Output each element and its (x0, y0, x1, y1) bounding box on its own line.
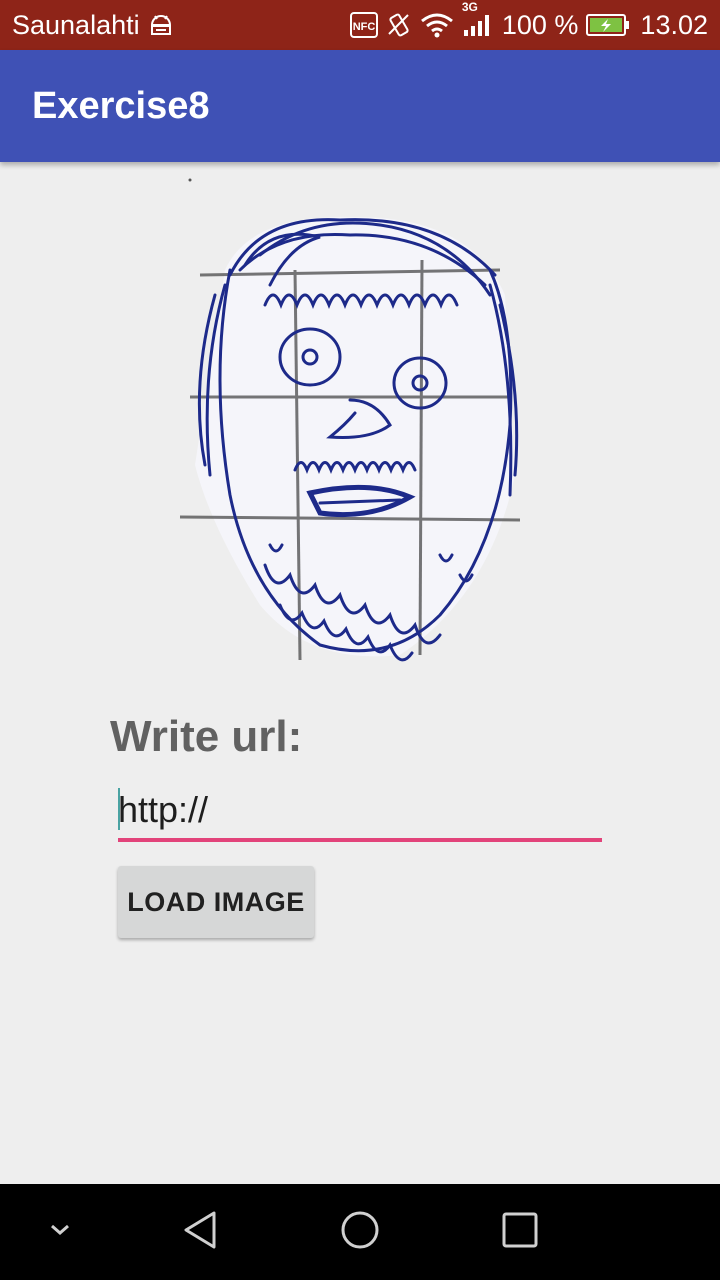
face-drawing-image (170, 175, 550, 680)
back-button[interactable] (160, 1184, 240, 1280)
load-image-button[interactable]: LOAD IMAGE (118, 866, 314, 938)
recents-button[interactable] (480, 1184, 560, 1280)
wifi-icon (420, 12, 454, 38)
hide-nav-button[interactable] (30, 1184, 90, 1280)
home-button[interactable] (320, 1184, 400, 1280)
carrier-name: Saunalahti (12, 9, 140, 40)
chevron-down-icon (49, 1223, 71, 1242)
status-left: Saunalahti (0, 10, 174, 41)
text-cursor (118, 788, 120, 830)
signal-icon: 3G (462, 0, 494, 38)
android-debug-icon (148, 13, 174, 37)
clock: 13.02 (640, 9, 708, 40)
nfc-label: NFC (353, 21, 376, 33)
navigation-bar (0, 1184, 720, 1280)
battery-percent: 100 % (501, 9, 579, 40)
back-icon (182, 1210, 218, 1255)
status-bar: Saunalahti NFC 3G 100 % 13.02 (0, 0, 720, 50)
url-input[interactable] (118, 782, 602, 838)
screen: Saunalahti NFC 3G 100 % 13.02 Exercise8 … (0, 0, 720, 1280)
status-right: NFC 3G 100 % 13.02 (342, 0, 720, 41)
battery-charging-icon (586, 13, 630, 37)
app-title: Exercise8 (32, 84, 210, 127)
vibrate-icon (386, 12, 412, 38)
nfc-icon: NFC (349, 12, 378, 38)
app-bar: Exercise8 (0, 50, 720, 162)
url-input-container (118, 782, 602, 842)
home-icon (340, 1210, 380, 1255)
recents-icon (502, 1212, 538, 1253)
write-url-label: Write url: (110, 712, 303, 761)
network-type-label: 3G (461, 0, 478, 14)
